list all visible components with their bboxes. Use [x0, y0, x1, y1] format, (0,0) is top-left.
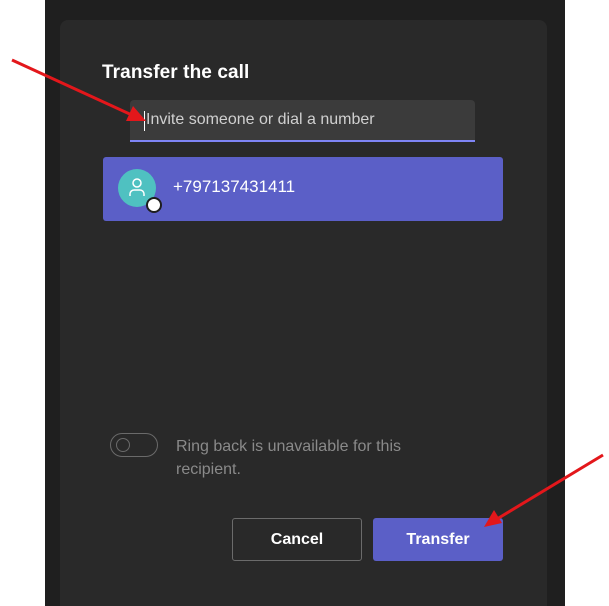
transfer-call-dialog: Transfer the call +797137431411 Ring bac… [60, 20, 547, 606]
avatar [118, 169, 162, 213]
presence-status-icon [146, 197, 162, 213]
person-icon [129, 178, 145, 196]
transfer-button[interactable]: Transfer [373, 518, 503, 561]
dialog-title: Transfer the call [102, 62, 250, 83]
recipient-number: +797137431411 [173, 177, 296, 196]
ring-back-label: Ring back is unavailable for this recipi… [176, 438, 402, 478]
text-caret [144, 111, 145, 131]
search-field[interactable] [130, 100, 475, 142]
toggle-knob [116, 438, 130, 452]
cancel-button[interactable]: Cancel [232, 518, 362, 561]
ring-back-toggle[interactable] [110, 433, 158, 457]
search-input[interactable] [144, 100, 466, 140]
recipient-suggestion[interactable]: +797137431411 [103, 157, 503, 221]
